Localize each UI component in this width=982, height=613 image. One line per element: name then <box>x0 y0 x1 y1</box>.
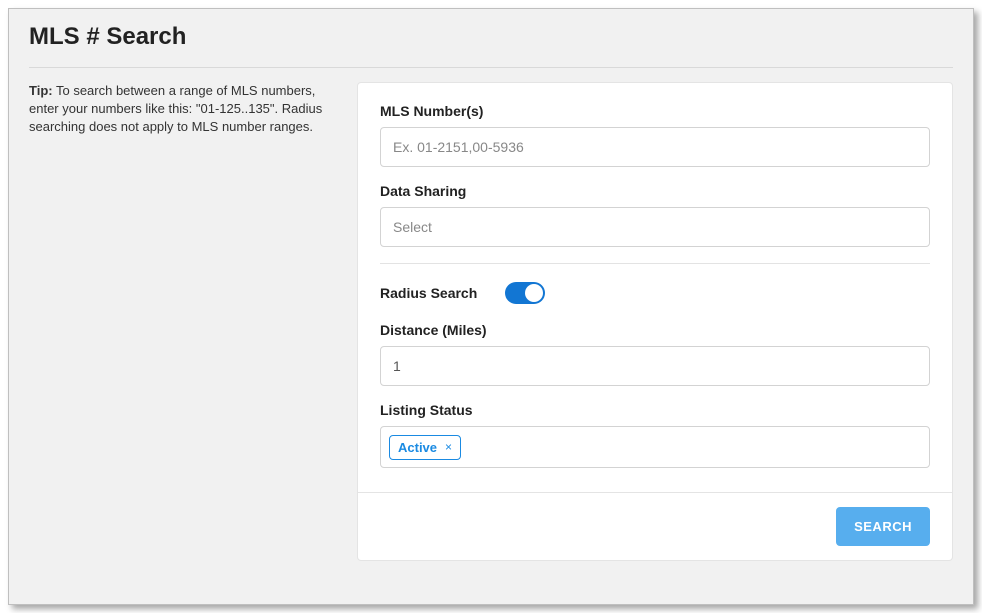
data-sharing-field: Data Sharing Select <box>380 183 930 247</box>
distance-field: Distance (Miles) <box>380 322 930 386</box>
mls-number-input[interactable] <box>380 127 930 167</box>
listing-status-tagbox[interactable]: Active × <box>380 426 930 468</box>
radius-search-row: Radius Search <box>380 282 930 304</box>
radius-search-label: Radius Search <box>380 285 477 301</box>
listing-status-field: Listing Status Active × <box>380 402 930 468</box>
mls-number-field: MLS Number(s) <box>380 103 930 167</box>
tip-text: To search between a range of MLS numbers… <box>29 83 322 134</box>
mls-search-window: MLS # Search Tip: To search between a ra… <box>8 8 974 605</box>
search-form-card: MLS Number(s) Data Sharing Select Radius… <box>357 82 953 561</box>
data-sharing-label: Data Sharing <box>380 183 930 199</box>
toggle-knob <box>525 284 543 302</box>
distance-input[interactable] <box>380 346 930 386</box>
section-divider <box>380 263 930 264</box>
distance-label: Distance (Miles) <box>380 322 930 338</box>
content-columns: Tip: To search between a range of MLS nu… <box>29 82 953 561</box>
tag-remove-icon[interactable]: × <box>445 441 452 453</box>
listing-status-tag[interactable]: Active × <box>389 435 461 460</box>
form-footer: SEARCH <box>358 492 952 560</box>
title-divider <box>29 67 953 68</box>
data-sharing-select[interactable]: Select <box>380 207 930 247</box>
search-button[interactable]: SEARCH <box>836 507 930 546</box>
radius-search-toggle[interactable] <box>505 282 545 304</box>
data-sharing-selected: Select <box>393 219 432 235</box>
tip-panel: Tip: To search between a range of MLS nu… <box>29 82 329 561</box>
listing-status-label: Listing Status <box>380 402 930 418</box>
tag-label: Active <box>398 440 437 455</box>
tip-label: Tip: <box>29 83 53 98</box>
mls-number-label: MLS Number(s) <box>380 103 930 119</box>
form-body: MLS Number(s) Data Sharing Select Radius… <box>358 83 952 492</box>
page-title: MLS # Search <box>29 23 953 51</box>
